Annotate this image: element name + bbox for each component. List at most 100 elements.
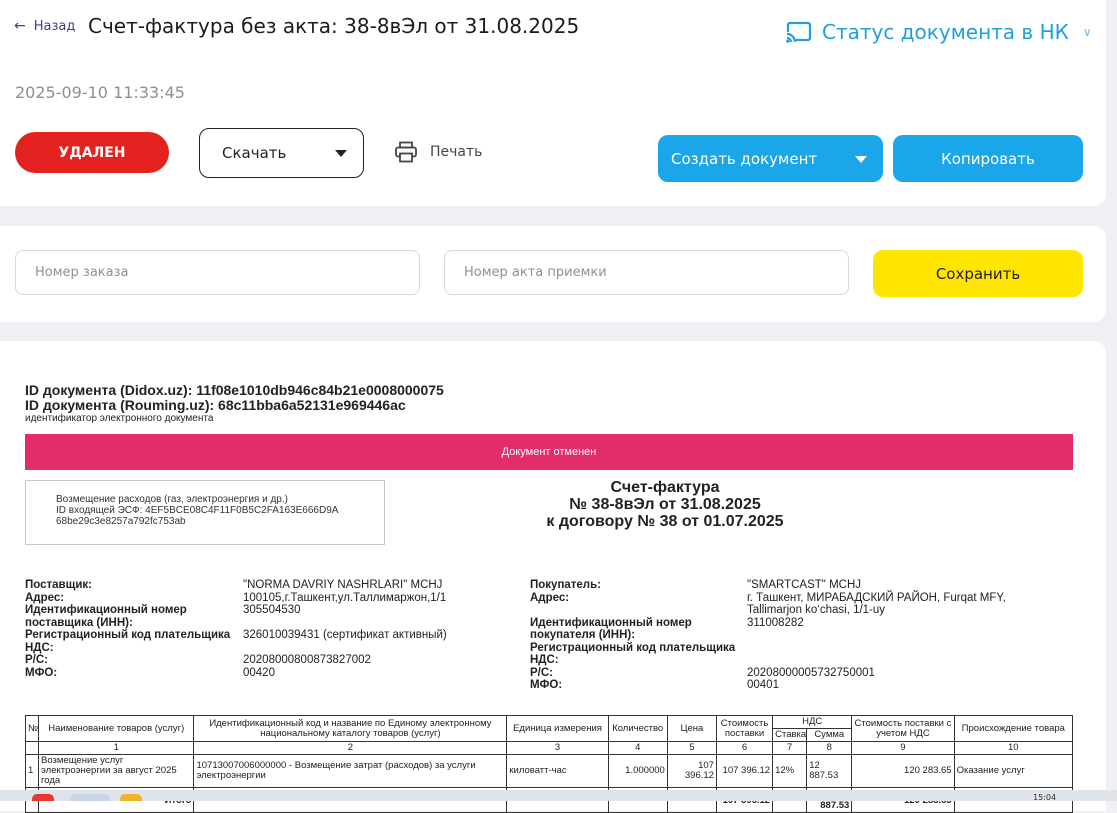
invoice-title-line: Счет-фактура (610, 479, 720, 496)
inn-label: Идентификационный номер поставщика (ИНН)… (25, 604, 187, 629)
print-button[interactable]: Печать (394, 141, 482, 163)
document-datetime: 2025-09-10 11:33:45 (15, 83, 185, 102)
buyer-label: Покупатель: (530, 579, 602, 591)
app-icon[interactable] (32, 794, 54, 801)
header-cell: Стоимость поставки с учетом НДС (851, 715, 955, 742)
page-title: Счет-фактура без акта: 38-8вЭл от 31.08.… (88, 14, 580, 38)
id-note: идентификатор электронного документа (25, 413, 214, 424)
chevron-down-icon: ∨ (1082, 25, 1092, 39)
rs-value: 20208000005732750001 (747, 666, 875, 679)
header-cell: Стоимость поставки (715, 715, 774, 742)
total-with-vat: 120 283.65 (851, 754, 955, 788)
item-name: Возмещение услуг электроэнергии за авгус… (38, 754, 195, 788)
caret-down-icon (335, 150, 347, 157)
supplier-details: Поставщик: "NORMA DAVRIY NASHRLARI" MCHJ … (25, 579, 503, 679)
column-number: 9 (851, 741, 955, 755)
column-number: 10 (953, 741, 1074, 755)
table-header-row: № Наименование товаров (услуг) Идентифик… (24, 715, 1074, 742)
cancelled-banner: Документ отменен (25, 434, 1073, 470)
vat-code-value: 326010039431 (сертификат активный) (243, 629, 447, 641)
rs-label: Р/С: (530, 666, 553, 679)
supplier-label: Поставщик: (25, 579, 92, 591)
invoice-title: Счет-фактура № 38-8вЭл от 31.08.2025 к д… (460, 479, 870, 530)
arrow-left-icon: ← (14, 18, 26, 34)
app-icon[interactable] (70, 794, 110, 801)
incoming-esf-id: ID входящей ЭСФ: 4EF5BCE08C4F11F0B5C2FA1… (56, 505, 339, 516)
inn-value: 311008282 (747, 616, 804, 629)
vat-code-value (747, 642, 1037, 667)
table-row: 1 Возмещение услуг электроэнергии за авг… (24, 754, 1074, 788)
buyer-value: "SMARTCAST" MCHJ (747, 579, 862, 591)
vat-code-label: Регистрационный код плательщика НДС: (25, 629, 231, 654)
inn-value: 305504530 (243, 604, 301, 616)
deleted-status-badge: УДАЛЕН (15, 132, 169, 173)
rs-value: 20208000800873827002 (243, 654, 371, 666)
unit: киловатт-час (506, 754, 609, 788)
column-number: 7 (772, 741, 808, 755)
download-dropdown[interactable]: Скачать (199, 128, 364, 178)
print-label: Печать (430, 144, 483, 160)
order-number-input[interactable] (15, 250, 420, 295)
column-number: 6 (715, 741, 774, 755)
column-number: 8 (806, 741, 853, 755)
document-ids: ID документа (Didox.uz): 11f08e1010db946… (25, 383, 444, 425)
caret-down-icon (855, 156, 867, 163)
address-value: 100105,г.Ташкент,ул.Таллимаржон,1/1 (243, 591, 447, 604)
header-cell: Ставка (772, 728, 808, 742)
mfo-label: МФО: (25, 666, 58, 679)
taskbar (0, 790, 1117, 801)
column-number: 4 (607, 741, 668, 755)
mfo-label: МФО: (530, 679, 563, 691)
cast-icon (786, 21, 812, 43)
save-button[interactable]: Сохранить (873, 250, 1083, 297)
vat-rate: 12% (772, 754, 808, 788)
tax-status-dropdown[interactable]: Статус документа в НК ∨ (786, 20, 1092, 44)
reason-text: Возмещение расходов (газ, электроэнергия… (56, 494, 288, 505)
header-cell: Количество (607, 715, 668, 742)
buyer-details: Покупатель: "SMARTCAST" MCHJ Адрес: г. Таш… (530, 579, 1037, 692)
origin: Оказание услуг (953, 754, 1074, 788)
address-label: Адрес: (530, 591, 570, 604)
supplier-value: "NORMA DAVRIY NASHRLARI" MCHJ (243, 579, 443, 591)
vat-code-label: Регистрационный код плательщика НДС: (530, 641, 736, 667)
column-number: 1 (38, 741, 195, 755)
status-label: Статус документа в НК (822, 20, 1069, 44)
back-label: Назад (33, 18, 76, 34)
header-cell: Единица измерения (506, 715, 609, 742)
document-preview: ID документа (Didox.uz): 11f08e1010db946… (0, 341, 1106, 813)
header-cell: Наименование товаров (услуг) (38, 715, 195, 742)
address-value: г. Ташкент, МИРАБАДСКИЙ РАЙОН, Furqat MF… (747, 591, 1006, 617)
didox-id: ID документа (Didox.uz): 11f08e1010db946… (25, 382, 444, 398)
quantity: 1.000000 (607, 754, 668, 788)
app-icon[interactable] (120, 794, 142, 801)
vat-sum: 12 887.53 (806, 754, 853, 788)
column-number-row: 1 2 3 4 5 6 7 8 9 10 (24, 741, 1074, 755)
incoming-esf-id-suffix: 68be29c3e8257a792fc753ab (56, 516, 186, 527)
header-panel: ← Назад Счет-фактура без акта: 38-8вЭл о… (0, 0, 1106, 206)
mfo-value: 00420 (243, 666, 275, 679)
back-link[interactable]: ← Назад (14, 18, 75, 34)
row-number: 1 (24, 754, 40, 788)
cost: 107 396.12 (715, 754, 774, 788)
copy-button[interactable]: Копировать (893, 135, 1083, 182)
inn-label: Идентификационный номер покупателя (ИНН)… (530, 616, 692, 642)
reason-box: Возмещение расходов (газ, электроэнергия… (25, 480, 385, 545)
rouming-id: ID документа (Rouming.uz): 68c11bba6a521… (25, 397, 406, 413)
address-label: Адрес: (25, 591, 65, 604)
acceptance-act-number-input[interactable] (444, 250, 849, 295)
column-number: 5 (666, 741, 717, 755)
header-cell: НДС (772, 715, 853, 729)
header-cell: № (24, 715, 40, 742)
header-cell: Идентификационный код и название по Един… (193, 715, 508, 742)
order-form-panel: Сохранить (0, 226, 1106, 322)
column-number: 2 (193, 741, 508, 755)
download-label: Скачать (222, 144, 287, 162)
price: 107 396.12 (666, 754, 717, 788)
header-cell: Сумма (806, 728, 853, 742)
contract-reference: к договору № 38 от 01.07.2025 (546, 513, 784, 530)
mfo-value: 00401 (747, 679, 779, 691)
column-number: 3 (506, 741, 609, 755)
create-document-dropdown[interactable]: Создать документ (658, 135, 883, 182)
rs-label: Р/С: (25, 654, 48, 666)
catalog-code: 10713007006000000 - Возмещение затрат (р… (193, 754, 508, 788)
